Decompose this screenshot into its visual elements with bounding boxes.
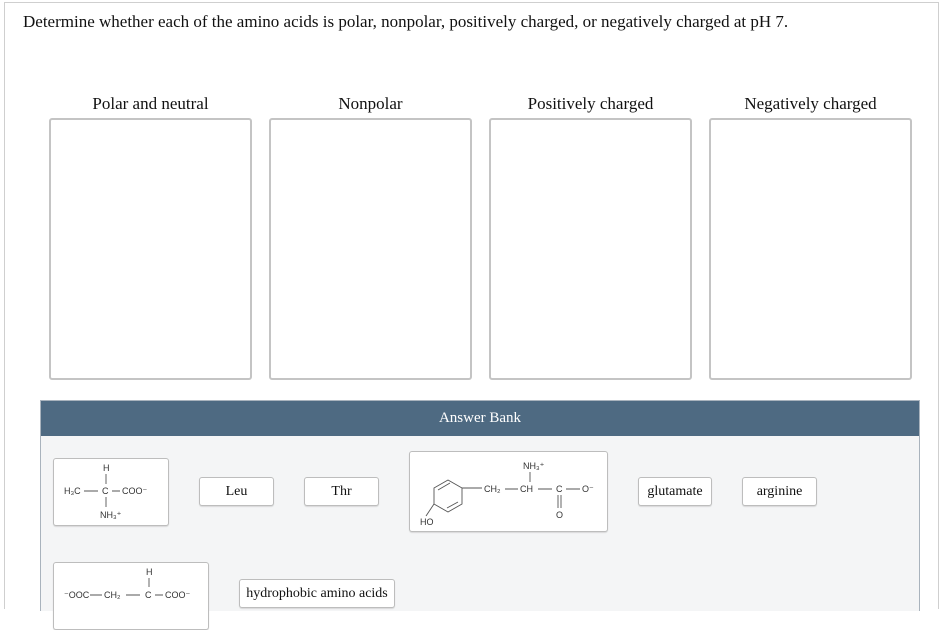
bin-label-positively-charged: Positively charged [527, 94, 654, 113]
tile-tyrosine-structure[interactable]: HO CH₂ CH NH₃⁺ C O⁻ O [409, 451, 608, 532]
svg-text:C: C [102, 486, 109, 496]
bin-label-negatively-charged: Negatively charged [744, 94, 877, 113]
answer-bank-title: Answer Bank [41, 401, 919, 436]
svg-text:H: H [103, 463, 110, 473]
svg-text:CH₂: CH₂ [484, 484, 501, 494]
svg-text:HO: HO [420, 517, 434, 527]
tyrosine-structure-image: HO CH₂ CH NH₃⁺ C O⁻ O [420, 461, 594, 527]
drop-zone-nonpolar[interactable] [269, 118, 472, 380]
svg-text:H₃C: H₃C [64, 486, 81, 496]
svg-text:O: O [556, 510, 563, 520]
question-text: Determine whether each of the amino acid… [23, 12, 789, 31]
drop-zone-polar-neutral[interactable] [49, 118, 252, 380]
tile-thr[interactable]: Thr [304, 477, 379, 506]
svg-text:C: C [145, 590, 152, 600]
tile-arginine[interactable]: arginine [742, 477, 817, 506]
drop-zone-positively-charged[interactable] [489, 118, 692, 380]
tile-aspartate-structure[interactable]: H ⁻OOC CH₂ C COO⁻ [53, 562, 209, 630]
bin-label-polar-neutral: Polar and neutral [92, 94, 209, 113]
alanine-structure-image: H H₃C C COO⁻ NH₃⁺ [64, 463, 148, 520]
svg-text:CH: CH [520, 484, 533, 494]
svg-text:COO⁻: COO⁻ [122, 486, 148, 496]
svg-text:C: C [556, 484, 563, 494]
drop-zone-negatively-charged[interactable] [709, 118, 912, 380]
svg-text:⁻OOC: ⁻OOC [64, 590, 90, 600]
svg-text:COO⁻: COO⁻ [165, 590, 191, 600]
tile-glutamate[interactable]: glutamate [638, 477, 712, 506]
svg-text:NH₃⁺: NH₃⁺ [100, 510, 122, 520]
bin-label-nonpolar: Nonpolar [338, 94, 403, 113]
svg-text:O⁻: O⁻ [582, 484, 594, 494]
tile-leu[interactable]: Leu [199, 477, 274, 506]
svg-text:CH₂: CH₂ [104, 590, 121, 600]
svg-text:NH₃⁺: NH₃⁺ [523, 461, 545, 471]
tile-alanine-structure[interactable]: H H₃C C COO⁻ NH₃⁺ [53, 458, 169, 526]
aspartate-structure-image: H ⁻OOC CH₂ C COO⁻ [64, 567, 191, 600]
answer-bank: Answer Bank H H₃C C COO⁻ NH₃⁺ Leu Thr HO… [40, 400, 920, 630]
tile-hydrophobic-amino-acids[interactable]: hydrophobic amino acids [239, 579, 395, 608]
svg-text:H: H [146, 567, 153, 577]
